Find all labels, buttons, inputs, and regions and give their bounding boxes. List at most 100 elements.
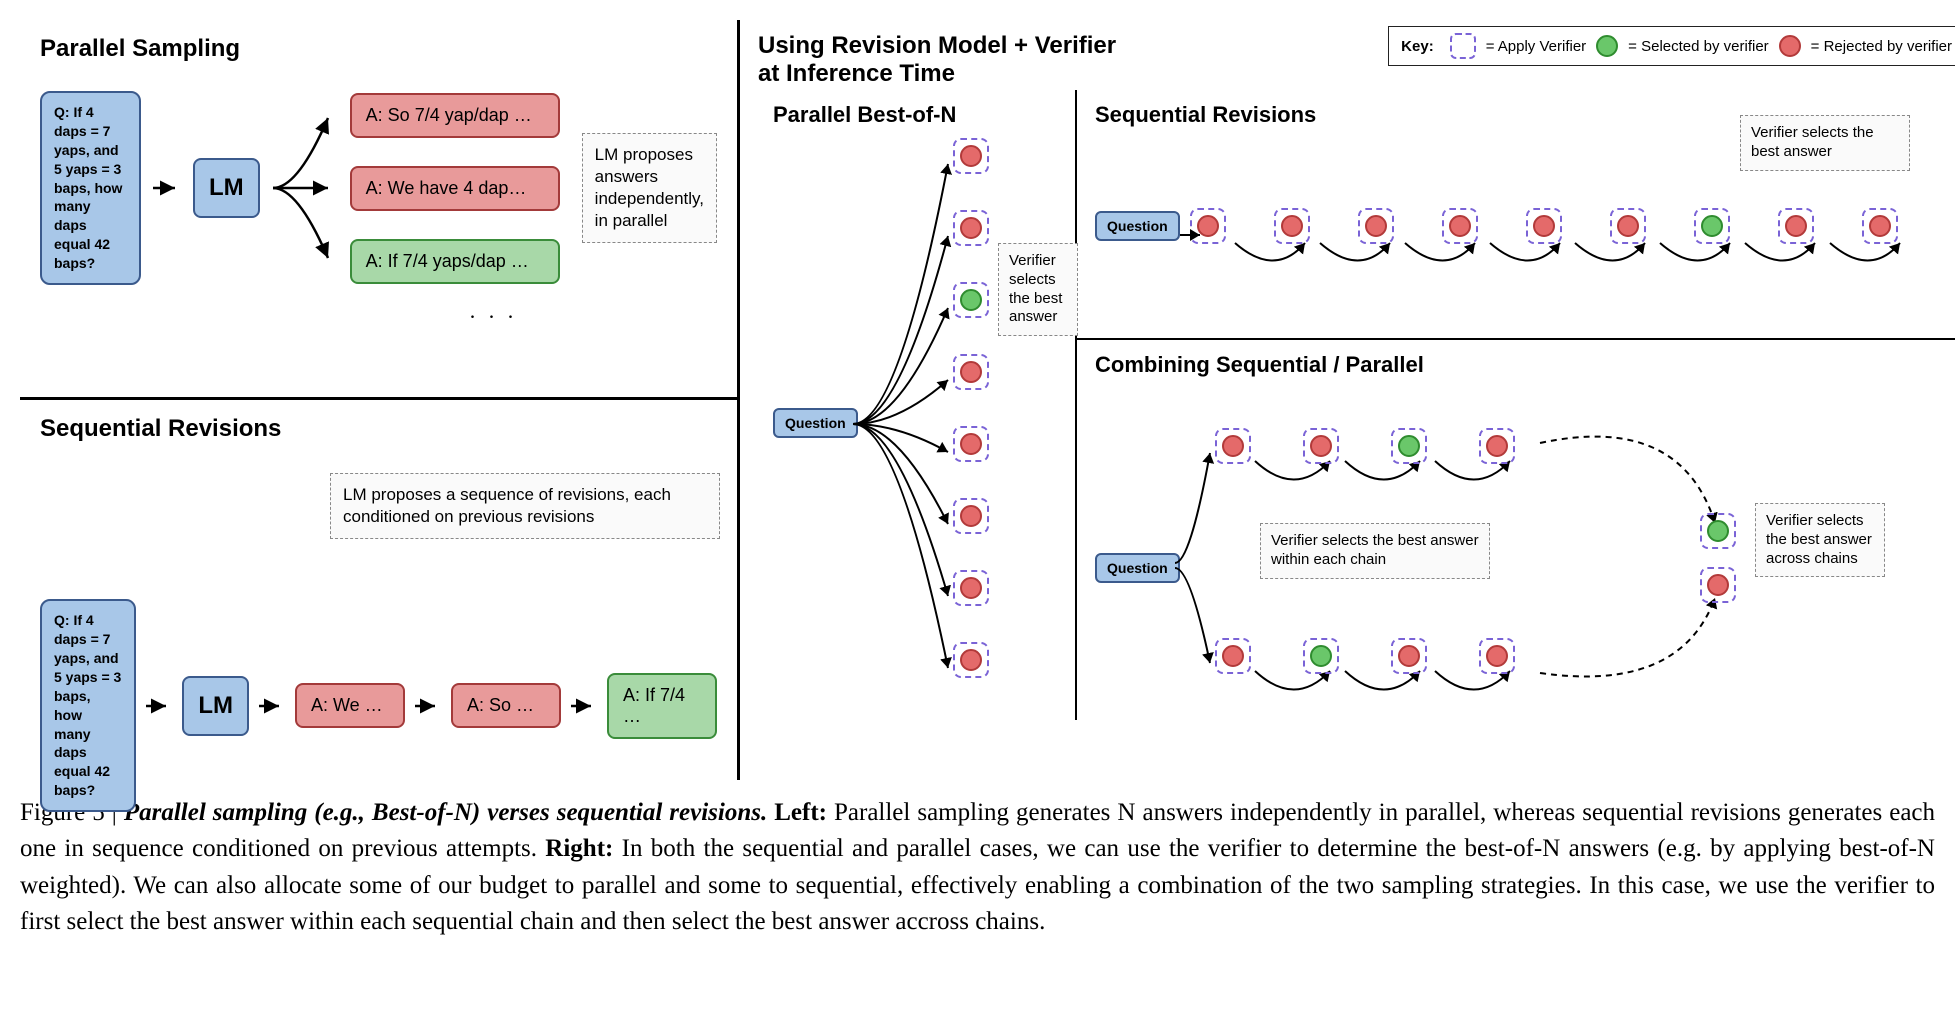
- chain-2: [1215, 638, 1515, 674]
- rejected-dot-icon: [1707, 574, 1729, 596]
- question-chip: Question: [1095, 553, 1180, 583]
- branch-arrows-icon: [268, 88, 338, 288]
- parallel-dots-col: [953, 138, 989, 678]
- rejected-dot-icon: [1779, 35, 1801, 57]
- parallel-row: Q: If 4 daps = 7 yaps, and 5 yaps = 3 ba…: [40, 88, 717, 288]
- selected-dot-icon: [1310, 645, 1332, 667]
- verified-node: [1391, 638, 1427, 674]
- rejected-dot-icon: [1486, 435, 1508, 457]
- selected-dot-icon: [960, 289, 982, 311]
- note-verifier-parallel: Verifier selects the best answer: [998, 243, 1078, 336]
- panel-combining: Combining Sequential / Parallel Question: [1077, 340, 1955, 720]
- left-column: Parallel Sampling Q: If 4 daps = 7 yaps,…: [20, 20, 740, 780]
- arrow-icon: [153, 178, 181, 198]
- question-chip: Question: [773, 408, 858, 438]
- key-rejected-text: = Rejected by verifier: [1811, 38, 1952, 55]
- selected-dot-icon: [1596, 35, 1618, 57]
- arrow-icon: [259, 696, 285, 716]
- fan-arrows-icon: [848, 146, 968, 706]
- answer-rejected: A: So …: [451, 683, 561, 728]
- verified-node: [1700, 567, 1736, 603]
- seq-chain-row: Question: [1095, 208, 1942, 244]
- subtitle-combining: Combining Sequential / Parallel: [1095, 352, 1942, 378]
- right-inner-grid: Parallel Best-of-N Question: [755, 90, 1955, 730]
- figure-5: Parallel Sampling Q: If 4 daps = 7 yaps,…: [20, 20, 1935, 940]
- verified-node: [953, 282, 989, 318]
- verified-node: [1215, 638, 1251, 674]
- chain-1: [1215, 428, 1515, 464]
- answer-selected: A: If 7/4 …: [607, 673, 717, 739]
- rejected-dot-icon: [960, 145, 982, 167]
- rejected-dot-icon: [960, 505, 982, 527]
- note-sequential: LM proposes a sequence of revisions, eac…: [330, 473, 720, 539]
- note-within-chain: Verifier selects the best answer within …: [1260, 523, 1490, 579]
- rejected-dot-icon: [1398, 645, 1420, 667]
- panel-sequential-revisions: Sequential Revisions LM proposes a seque…: [20, 400, 737, 780]
- right-sub-column: Sequential Revisions Verifier selects th…: [1075, 90, 1955, 720]
- caption-left-label: Left:: [774, 799, 827, 826]
- section-title-sequential: Sequential Revisions: [40, 415, 717, 443]
- lm-box: LM: [193, 158, 260, 218]
- rejected-dot-icon: [960, 361, 982, 383]
- right-main-title: Using Revision Model + Verifier at Infer…: [758, 32, 1118, 88]
- figure-caption: Figure 5 | Parallel sampling (e.g., Best…: [20, 795, 1935, 940]
- answer-rejected: A: We have 4 dap…: [350, 166, 560, 211]
- answer-rejected: A: So 7/4 yap/dap …: [350, 93, 560, 138]
- rejected-dot-icon: [1222, 645, 1244, 667]
- figure-grid: Parallel Sampling Q: If 4 daps = 7 yaps,…: [20, 20, 1935, 780]
- verified-node: [953, 210, 989, 246]
- note-verifier-sequential: Verifier selects the best answer: [1740, 115, 1910, 171]
- verified-node: [1215, 428, 1251, 464]
- right-column: Using Revision Model + Verifier at Infer…: [740, 20, 1955, 780]
- answer-selected: A: If 7/4 yaps/dap …: [350, 239, 560, 284]
- note-across-chains: Verifier selects the best answer across …: [1755, 503, 1885, 577]
- verified-node: [1479, 428, 1515, 464]
- question-box: Q: If 4 daps = 7 yaps, and 5 yaps = 3 ba…: [40, 599, 136, 812]
- verified-node: [953, 354, 989, 390]
- key-selected-text: = Selected by verifier: [1628, 38, 1769, 55]
- verified-node: [953, 570, 989, 606]
- verified-node: [1303, 428, 1339, 464]
- rejected-dot-icon: [1310, 435, 1332, 457]
- verified-node: [953, 498, 989, 534]
- question-box: Q: If 4 daps = 7 yaps, and 5 yaps = 3 ba…: [40, 91, 141, 285]
- arrow-icon: [146, 696, 172, 716]
- ellipsis-icon: . . .: [270, 298, 717, 324]
- subtitle-parallel-bestofn: Parallel Best-of-N: [773, 102, 1057, 128]
- key-label: Key:: [1401, 38, 1434, 55]
- verified-node: [953, 642, 989, 678]
- rejected-dot-icon: [960, 433, 982, 455]
- arrow-icon: [415, 696, 441, 716]
- answers-column: A: So 7/4 yap/dap … A: We have 4 dap… A:…: [350, 93, 560, 284]
- verified-node: [1479, 638, 1515, 674]
- key-verifier-text: = Apply Verifier: [1486, 38, 1586, 55]
- lm-box: LM: [182, 676, 249, 736]
- panel-parallel-sampling: Parallel Sampling Q: If 4 daps = 7 yaps,…: [20, 20, 737, 400]
- selected-dot-icon: [1707, 520, 1729, 542]
- selected-dot-icon: [1398, 435, 1420, 457]
- rejected-dot-icon: [960, 649, 982, 671]
- verified-node: [953, 426, 989, 462]
- question-chip: Question: [1095, 211, 1180, 241]
- hop-arrows-icon: [1180, 223, 1940, 283]
- rejected-dot-icon: [1486, 645, 1508, 667]
- answer-rejected: A: We …: [295, 683, 405, 728]
- final-selection: [1700, 513, 1736, 603]
- rejected-dot-icon: [1222, 435, 1244, 457]
- arrow-icon: [571, 696, 597, 716]
- sequential-row: Q: If 4 daps = 7 yaps, and 5 yaps = 3 ba…: [40, 599, 717, 812]
- legend-key: Key: = Apply Verifier = Selected by veri…: [1388, 26, 1955, 66]
- seq-chain-nodes: [1190, 208, 1898, 244]
- section-title-parallel: Parallel Sampling: [40, 35, 717, 63]
- verified-node: [1391, 428, 1427, 464]
- panel-parallel-bestofn: Parallel Best-of-N Question: [755, 90, 1075, 730]
- verifier-box-icon: [1450, 33, 1476, 59]
- verified-node: [1303, 638, 1339, 674]
- caption-right-label: Right:: [545, 835, 613, 862]
- rejected-dot-icon: [960, 217, 982, 239]
- panel-seq-revisions-right: Sequential Revisions Verifier selects th…: [1077, 90, 1955, 340]
- note-parallel: LM proposes answers independently, in pa…: [582, 133, 717, 243]
- verified-node: [953, 138, 989, 174]
- verified-node: [1700, 513, 1736, 549]
- rejected-dot-icon: [960, 577, 982, 599]
